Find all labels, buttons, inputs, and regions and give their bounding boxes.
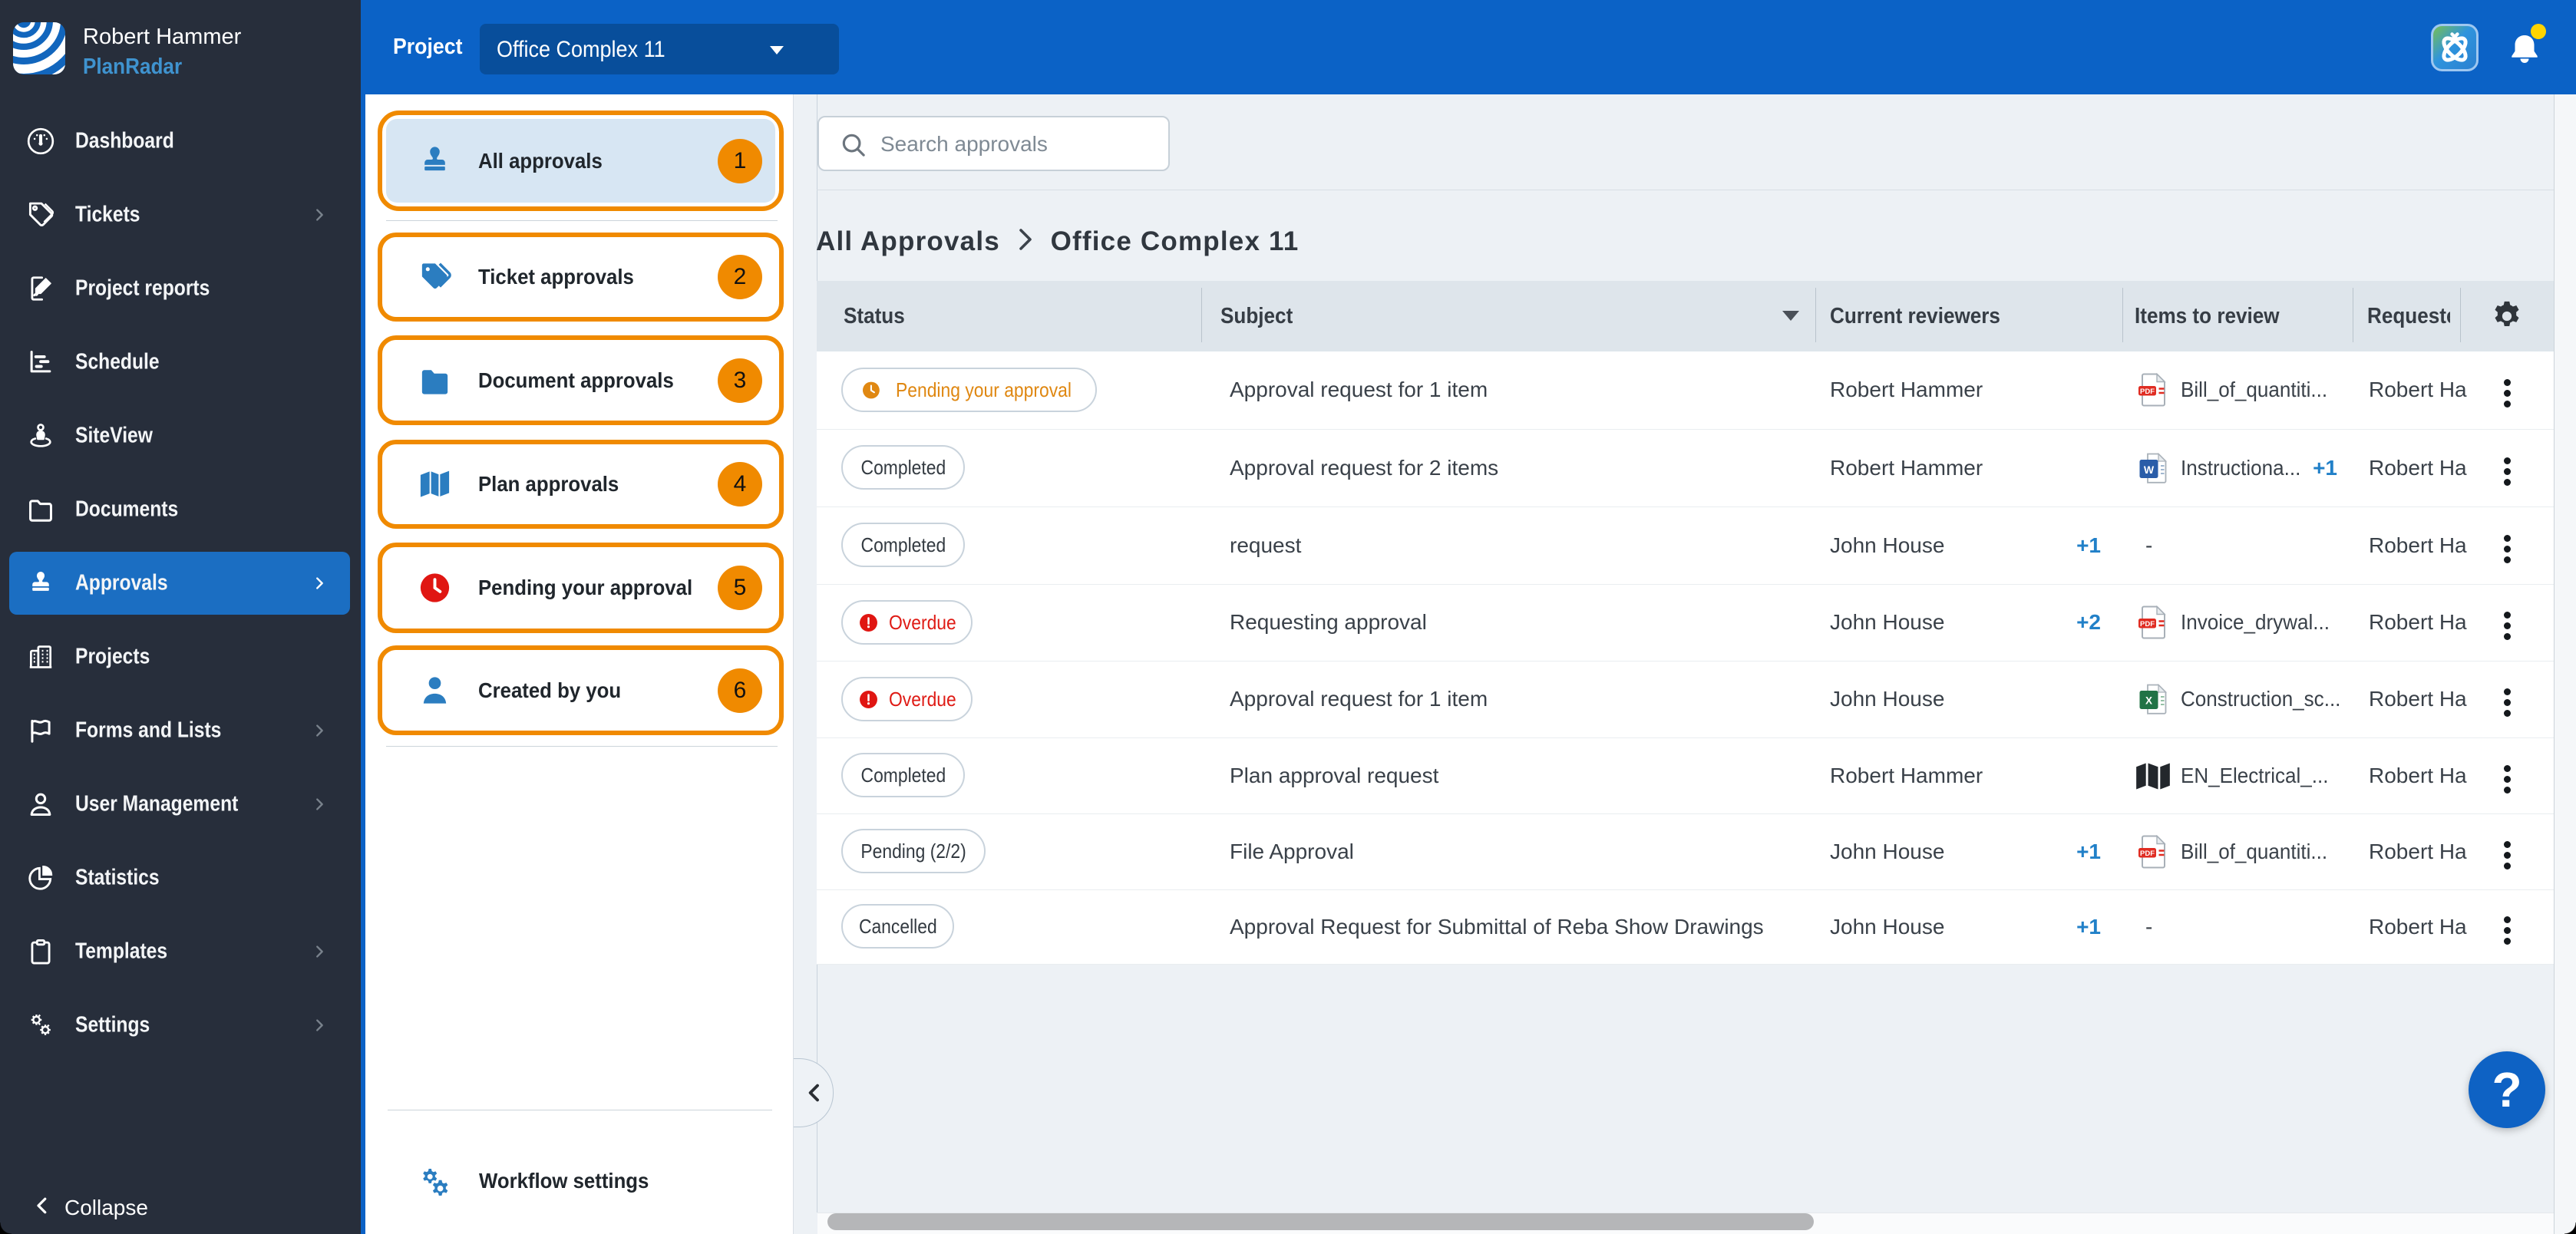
svg-text:X: X	[2145, 695, 2152, 707]
svg-text:W: W	[2144, 464, 2155, 476]
svg-text:PDF: PDF	[2140, 850, 2155, 858]
svg-text:PDF: PDF	[2140, 388, 2155, 396]
svg-text:PDF: PDF	[2140, 620, 2155, 629]
